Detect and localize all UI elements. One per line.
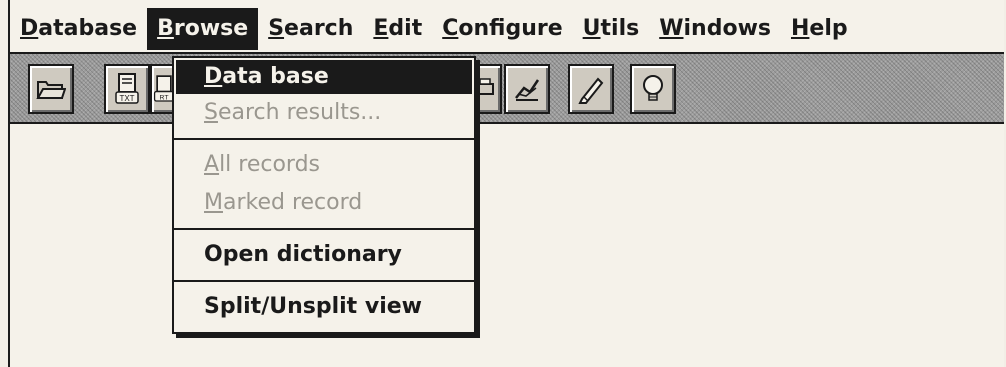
menu-search[interactable]: Search: [258, 8, 363, 50]
chart-icon: [515, 79, 540, 101]
chart-button[interactable]: [504, 64, 550, 114]
menu-item-search-results: Search results...: [204, 100, 382, 125]
menu-item-split-view[interactable]: Split/Unsplit view: [174, 288, 474, 326]
pencil-icon: [578, 77, 604, 104]
menu-configure[interactable]: Configure: [432, 8, 572, 50]
txt-file-button[interactable]: TXT: [104, 64, 150, 114]
menu-item-open-dictionary[interactable]: Open dictionary: [174, 236, 474, 274]
menu-windows[interactable]: Windows: [649, 8, 781, 50]
menu-separator: [174, 280, 474, 282]
menu-separator: [174, 138, 474, 140]
menu-utils[interactable]: Utils: [573, 8, 650, 50]
menu-separator: [174, 228, 474, 230]
print-icon: [476, 78, 494, 95]
txt-file-icon: TXT: [115, 73, 139, 104]
lightbulb-icon: [643, 75, 663, 101]
svg-text:TXT: TXT: [119, 94, 134, 103]
lightbulb-button[interactable]: [630, 64, 676, 114]
menu-help[interactable]: Help: [781, 8, 858, 50]
open-folder-button[interactable]: [28, 64, 74, 114]
menu-bar: Database Browse Search Edit Configure Ut…: [10, 6, 1004, 52]
browse-dropdown-menu: Data base Search results... All records …: [172, 56, 476, 334]
toolbar: TXT RT: [10, 52, 1004, 124]
open-folder-icon: [36, 81, 66, 99]
menu-item-marked-record: Marked record: [204, 190, 363, 215]
menu-item-data-base[interactable]: Data base: [176, 60, 472, 94]
application-window: Database Browse Search Edit Configure Ut…: [8, 0, 1004, 367]
menu-browse[interactable]: Browse: [147, 8, 259, 50]
menu-edit[interactable]: Edit: [363, 8, 432, 50]
pencil-button[interactable]: [568, 64, 614, 114]
svg-text:RT: RT: [160, 94, 170, 101]
menu-database[interactable]: Database: [10, 8, 147, 50]
menu-item-all-records: All records: [204, 152, 321, 177]
